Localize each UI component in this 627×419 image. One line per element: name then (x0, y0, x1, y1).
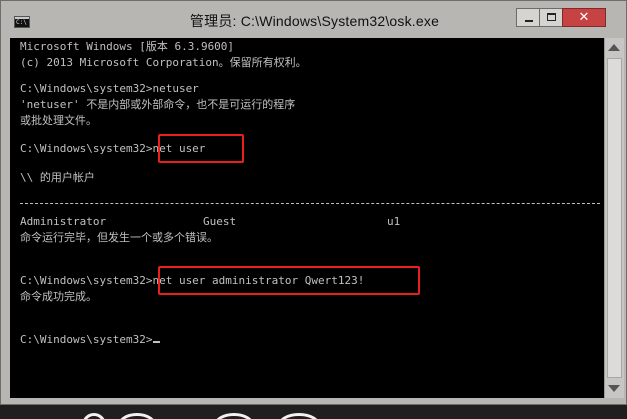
highlight-box-net-user (158, 134, 244, 163)
command-prompt: C:\Windows\system32> (20, 332, 161, 348)
console-window: 管理员: C:\Windows\System32\osk.exe ✕ Micro… (0, 0, 627, 405)
osk-key-shape (278, 413, 320, 419)
vertical-scrollbar[interactable] (604, 38, 624, 398)
close-icon: ✕ (578, 10, 590, 25)
maximize-button[interactable] (539, 8, 563, 27)
scroll-up-icon[interactable] (608, 44, 620, 51)
console-line: 命令运行完毕，但发生一个或多个错误。 (20, 231, 218, 244)
prompt-text: C:\Windows\system32> (20, 333, 153, 346)
window-controls: ✕ (516, 8, 606, 28)
highlight-box-net-user-administrator (158, 266, 420, 295)
scroll-thumb[interactable] (607, 58, 622, 378)
osk-key-shape (118, 413, 156, 419)
console-output[interactable]: Microsoft Windows [版本 6.3.9600] (c) 2013… (10, 38, 604, 398)
close-button[interactable]: ✕ (562, 8, 606, 27)
minimize-icon (525, 20, 533, 22)
maximize-icon (547, 13, 556, 21)
console-line: C:\Windows\system32>netuser (20, 82, 199, 95)
console-line: 'netuser' 不是内部或外部命令，也不是可运行的程序 (20, 98, 296, 111)
user-account-administrator: Administrator (20, 215, 107, 228)
console-line: \\ 的用户帐户 (20, 171, 95, 184)
console-line: Microsoft Windows [版本 6.3.9600] (20, 40, 235, 53)
scroll-down-icon[interactable] (608, 385, 620, 392)
user-account-u1: u1 (387, 215, 401, 228)
console-line: (c) 2013 Microsoft Corporation。保留所有权利。 (20, 56, 307, 69)
text-cursor (153, 341, 161, 343)
osk-key-shape (82, 413, 106, 419)
title-bar[interactable]: 管理员: C:\Windows\System32\osk.exe ✕ (1, 1, 626, 37)
console-line: 命令成功完成。 (20, 290, 97, 303)
user-account-guest: Guest (203, 215, 237, 228)
osk-key-shape (214, 413, 254, 419)
on-screen-keyboard-edge (0, 405, 627, 419)
minimize-button[interactable] (516, 8, 540, 27)
separator-line (20, 203, 600, 204)
console-line: 或批处理文件。 (20, 114, 97, 127)
